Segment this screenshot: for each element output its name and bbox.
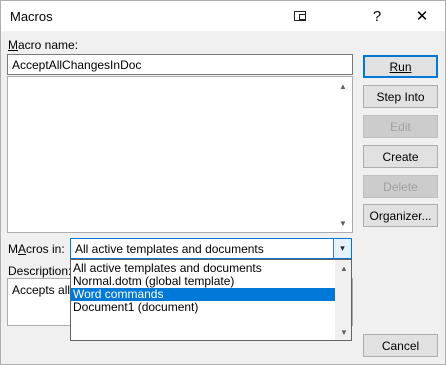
macros-in-dropdown: All active templates and documents Norma… [70,259,352,341]
macro-name-input[interactable]: AcceptAllChangesInDoc [7,54,353,75]
title-bar: Macros ? ✕ [1,1,445,31]
dropdown-scrollbar[interactable]: ▲ ▼ [335,260,351,340]
delete-button[interactable]: Delete [363,175,438,198]
restore-icon[interactable] [288,5,312,27]
dialog-title: Macros [10,9,53,24]
create-button[interactable]: Create [363,145,438,168]
macro-list[interactable]: ▲ ▼ [7,76,353,233]
help-icon[interactable]: ? [365,5,389,27]
macros-dialog: Macros ? ✕ Macro name: AcceptAllChangesI… [0,0,446,365]
dropdown-option[interactable]: Document1 (document) [71,301,336,314]
description-label: Description: [8,264,72,278]
close-icon[interactable]: ✕ [410,5,434,27]
edit-button[interactable]: Edit [363,115,438,138]
scroll-up-icon[interactable]: ▲ [336,260,352,276]
chevron-down-icon[interactable]: ▾ [333,239,351,258]
macros-in-select[interactable]: All active templates and documents ▾ [70,238,352,259]
scroll-down-icon[interactable]: ▼ [336,324,352,340]
cancel-button[interactable]: Cancel [363,334,438,357]
step-into-button[interactable]: Step Into [363,85,438,108]
scroll-up-icon[interactable]: ▲ [335,78,351,94]
run-button[interactable]: Run [363,55,438,78]
macro-name-label: Macro name: [8,38,79,52]
macros-in-label: MAcros in: [8,242,65,256]
organizer-button[interactable]: Organizer... [363,204,438,227]
macros-in-selected-value: All active templates and documents [75,242,264,256]
scroll-down-icon[interactable]: ▼ [335,215,351,231]
